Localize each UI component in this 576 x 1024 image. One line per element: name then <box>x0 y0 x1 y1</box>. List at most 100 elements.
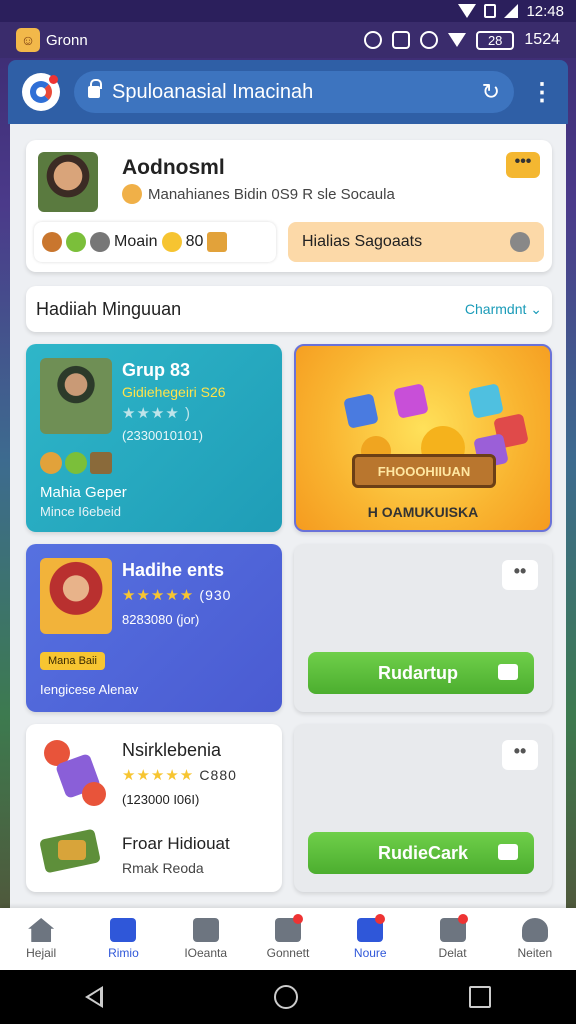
game-title: Nsirklebenia <box>122 740 222 760</box>
more-menu-icon[interactable]: ⋮ <box>530 78 554 107</box>
home-button-icon[interactable] <box>273 985 298 1009</box>
url-text: Spuloanasial Imacinah <box>112 80 314 103</box>
stat-value: 80 <box>185 233 204 250</box>
chest-icon <box>207 232 228 252</box>
nav-home[interactable]: Hejail <box>6 918 76 960</box>
ticket-icon <box>498 664 518 680</box>
back-icon[interactable] <box>85 986 104 1008</box>
stat-label: Moain <box>114 233 158 250</box>
tile-more-button[interactable]: •• <box>502 560 538 590</box>
game-count: (2330010101) <box>122 428 203 443</box>
section-link[interactable]: Charmdnt ⌄ <box>465 301 542 318</box>
chevron-down-icon: ⌄ <box>530 300 542 317</box>
tile-footer-sub: Mince I6ebeid <box>40 504 121 519</box>
wifi-icon <box>458 4 477 18</box>
tile-footer-title: Mahia Geper <box>40 484 127 501</box>
settings-icon[interactable] <box>363 31 382 49</box>
action-tile: •• Rudartup <box>294 544 552 712</box>
system-navigation <box>0 970 576 1024</box>
leaf-icon <box>65 452 87 474</box>
clock-icon[interactable] <box>419 31 438 49</box>
avatar[interactable] <box>38 152 98 212</box>
app-logo-icon: ☺ <box>16 28 40 52</box>
clipboard-icon[interactable] <box>391 31 410 49</box>
block-icon <box>468 383 504 419</box>
rating-stars: ★★★★★ (930 <box>122 587 232 604</box>
refresh-icon[interactable]: ↻ <box>482 79 500 105</box>
profile-subtitle: Manahianes Bidin 0S9 R sle Socaula <box>122 184 395 204</box>
tile-more-button[interactable]: •• <box>502 740 538 770</box>
calendar-icon <box>192 918 219 942</box>
browser-toolbar: Spuloanasial Imacinah ↻ ⋮ <box>8 60 568 124</box>
cookie-icon <box>40 452 62 474</box>
scroll-icon <box>90 452 112 474</box>
shield-icon <box>90 232 110 252</box>
notification-badge <box>375 914 386 924</box>
promo-sign: FHOOOHIIUAN <box>352 454 496 488</box>
game-tag: Mana Baii <box>40 652 105 670</box>
app-name: Gronn <box>46 31 88 49</box>
ticket-icon <box>498 844 518 860</box>
recents-icon[interactable] <box>468 986 491 1008</box>
nav-connect[interactable]: Gonnett <box>253 914 323 960</box>
secondary-sub: Rmak Reoda <box>122 860 204 876</box>
weekly-rewards-header: Hadiiah Minguuan Charmdnt ⌄ <box>26 286 552 332</box>
app-bar-counter: 1524 <box>524 31 560 48</box>
bonus-label: Hialias Sagoaats <box>302 233 423 250</box>
game-tile-teal[interactable]: Grup 83 Gidiehegeiri S26 ★★★★ ) (2330010… <box>26 344 282 532</box>
status-bar: 12:48 <box>0 0 576 22</box>
secondary-title: Froar Hidiouat <box>122 834 230 853</box>
game-title: Grup 83 <box>122 360 191 380</box>
block-icon <box>393 383 429 419</box>
home-icon <box>28 918 55 942</box>
person-icon <box>521 918 548 942</box>
game-subtitle: Gidiehegeiri S26 <box>122 384 226 400</box>
section-title: Hadiiah Minguuan <box>36 298 182 319</box>
stats-box[interactable]: Moain 80 <box>34 222 276 262</box>
nav-profile[interactable]: Neiten <box>500 918 570 960</box>
emoji-icon <box>122 184 142 204</box>
battery-pill: 28 <box>475 30 515 50</box>
nav-games[interactable]: Rimio <box>88 918 158 960</box>
action-tile: •• RudieCark <box>294 724 552 892</box>
bottom-navigation: Hejail Rimio IOeanta Gonnett Noure Delat… <box>0 908 576 970</box>
cookie-icon <box>42 232 62 252</box>
game-thumbnail <box>40 358 112 434</box>
money-icon <box>39 826 106 878</box>
profile-name: Aodnosml <box>122 156 225 179</box>
page-content: Aodnosml ••• Manahianes Bidin 0S9 R sle … <box>10 124 566 910</box>
smiley-icon <box>161 232 182 252</box>
claim-button[interactable]: RudieCark <box>308 832 534 874</box>
wifi-status-icon <box>447 33 466 47</box>
battery-icon <box>484 4 497 18</box>
game-tile-white[interactable]: Nsirklebenia ★★★★★ C880 (123000 I06I) Fr… <box>26 724 282 892</box>
reward-chips <box>40 452 112 474</box>
timer-icon <box>510 232 530 252</box>
game-thumbnail <box>40 738 112 814</box>
url-bar[interactable]: Spuloanasial Imacinah ↻ <box>74 71 514 113</box>
tile-footer: Iengicese Alenav <box>40 682 139 697</box>
claim-button[interactable]: Rudartup <box>308 652 534 694</box>
promo-tile[interactable]: FHOOOHIIUAN H OAMUKUISKA <box>294 344 552 532</box>
nav-events[interactable]: IOeanta <box>171 918 241 960</box>
notification-badge <box>457 914 468 924</box>
leaf-icon <box>66 232 86 252</box>
profile-more-button[interactable]: ••• <box>506 152 540 178</box>
bonus-banner[interactable]: Hialias Sagoaats <box>288 222 544 262</box>
nav-new[interactable]: Noure <box>335 914 405 960</box>
notification-badge <box>292 914 303 924</box>
game-title: Hadihe ents <box>122 560 225 580</box>
nav-deals[interactable]: Delat <box>418 914 488 960</box>
game-tile-blue[interactable]: Hadihe ents ★★★★★ (930 8283080 (jor) Man… <box>26 544 282 712</box>
game-thumbnail <box>40 558 112 634</box>
app-bar: ☺ Gronn 28 1524 <box>0 22 576 58</box>
browser-logo-icon[interactable] <box>22 73 60 111</box>
rating-stars: ★★★★★ C880 <box>122 767 237 784</box>
status-time: 12:48 <box>526 2 564 20</box>
signal-icon <box>504 4 519 18</box>
pause-grid-icon <box>110 918 137 942</box>
promo-caption: H OAMUKUISKA <box>367 504 479 520</box>
lock-icon <box>88 79 102 98</box>
rating-stars: ★★★★ ) <box>122 405 191 422</box>
game-count: (123000 I06I) <box>122 792 200 807</box>
